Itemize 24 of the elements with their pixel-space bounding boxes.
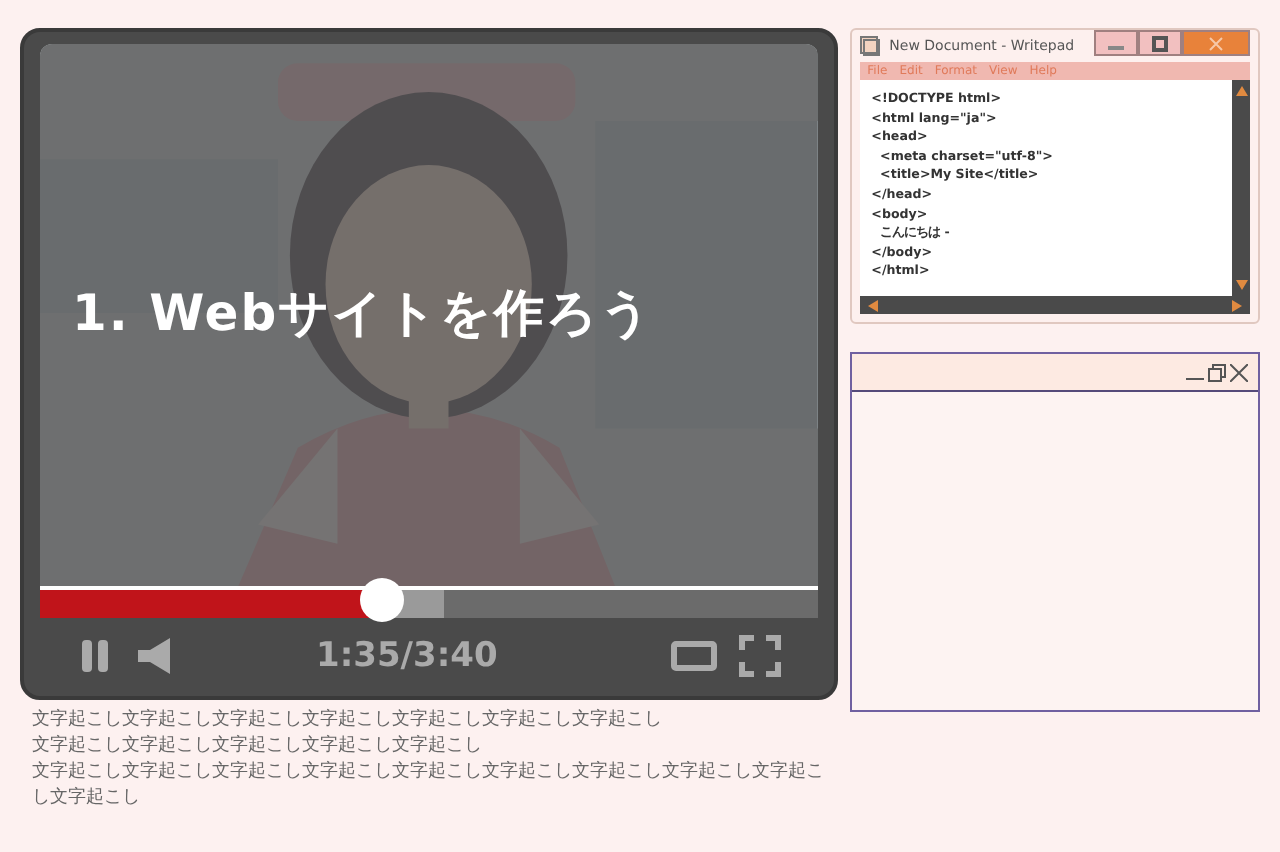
document-icon [859,36,880,56]
theater-mode-icon[interactable] [669,636,718,677]
minimize-icon[interactable] [1186,377,1204,379]
close-icon[interactable] [1230,363,1248,381]
minimize-icon [1108,46,1124,50]
video-title: 1. Webサイトを作ろう [72,282,655,346]
time-display: 1:35/3:40 [316,636,498,677]
maximize-icon [1152,35,1168,51]
fullscreen-icon[interactable] [737,634,782,679]
scroll-right-icon[interactable] [1232,299,1242,311]
transcript-text: 文字起こし文字起こし文字起こし文字起こし文字起こし文字起こし文字起こし文字起こし文字起こし文字起こし [32,760,826,812]
transcript-text: 文字起こし文字起こし文字起こし文字起こし文字起こし文字起こし文字起こし [32,708,664,734]
vertical-scrollbar[interactable] [1232,80,1250,296]
close-button[interactable] [1182,30,1250,56]
speaker-icon[interactable] [136,636,176,677]
maximize-button[interactable] [1138,30,1182,56]
transcript-text: 文字起こし文字起こし文字起こし文字起こし文字起こし [32,734,484,760]
scroll-up-icon[interactable] [1235,86,1247,96]
close-icon [1208,35,1224,51]
scroll-left-icon[interactable] [867,299,878,311]
scroll-down-icon[interactable] [1235,280,1247,290]
minimize-button[interactable] [1094,30,1138,56]
horizontal-scrollbar[interactable] [859,296,1250,314]
restore-icon[interactable] [1208,363,1226,381]
